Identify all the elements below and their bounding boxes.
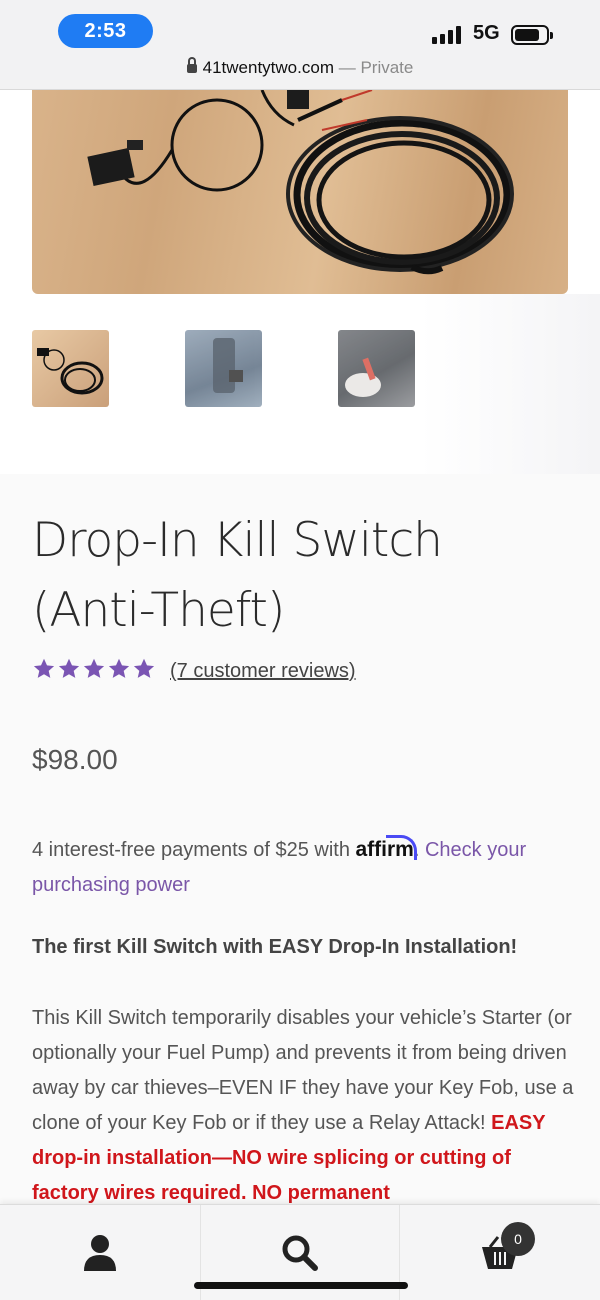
affirm-logo: affirm bbox=[355, 838, 414, 861]
cable-thumb-icon bbox=[37, 348, 104, 395]
network-type: 5G bbox=[473, 22, 500, 44]
cellular-signal-icon bbox=[432, 24, 461, 44]
thumbnail-1[interactable] bbox=[32, 330, 109, 407]
affirm-promo: 4 interest-free payments of $25 with aff… bbox=[32, 832, 572, 903]
url-text: 41twentytwo.com bbox=[202, 58, 334, 77]
browser-status-bar: 2:53 5G 41twentytwo.com — Private bbox=[0, 0, 600, 90]
product-description: This Kill Switch temporarily disables yo… bbox=[32, 1001, 577, 1203]
product-main-image[interactable] bbox=[32, 90, 568, 294]
product-title: Drop-In Kill Switch (Anti-Theft) bbox=[32, 513, 443, 638]
address-bar[interactable]: 41twentytwo.com — Private bbox=[0, 57, 600, 78]
private-label: Private bbox=[360, 58, 414, 77]
star-icon bbox=[83, 658, 105, 678]
customer-reviews-link[interactable]: (7 customer reviews) bbox=[170, 660, 356, 683]
url-separator: — bbox=[333, 58, 361, 77]
thumbnail-2[interactable] bbox=[185, 330, 262, 407]
battery-icon bbox=[511, 25, 553, 45]
cable-photo-illustration bbox=[87, 90, 514, 275]
product-price: $98.00 bbox=[32, 744, 118, 775]
account-button[interactable] bbox=[0, 1205, 200, 1300]
car-interior-thumb-icon bbox=[213, 338, 243, 393]
thumbnail-3[interactable] bbox=[338, 330, 415, 407]
user-icon bbox=[84, 1235, 116, 1271]
lock-icon bbox=[186, 57, 197, 73]
star-icon bbox=[108, 658, 130, 678]
star-rating bbox=[32, 657, 156, 681]
affirm-text: 4 interest-free payments of $25 with bbox=[32, 839, 356, 861]
star-icon bbox=[58, 658, 80, 678]
product-headline: The first Kill Switch with EASY Drop-In … bbox=[32, 936, 518, 958]
cart-count-badge: 0 bbox=[501, 1222, 535, 1256]
star-icon bbox=[33, 658, 55, 678]
fuse-thumb-icon bbox=[345, 357, 381, 397]
star-icon bbox=[133, 658, 155, 678]
cart-button[interactable] bbox=[400, 1205, 600, 1300]
search-icon bbox=[282, 1235, 318, 1271]
status-time: 2:53 bbox=[58, 14, 153, 48]
home-indicator[interactable] bbox=[194, 1282, 408, 1289]
